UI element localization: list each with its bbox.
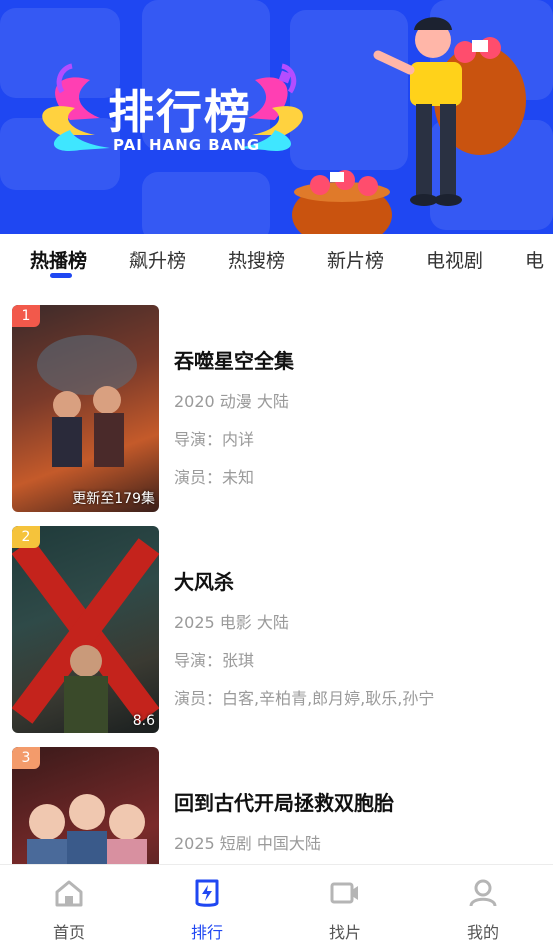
- user-icon: [469, 879, 497, 907]
- poster-art: [12, 538, 159, 733]
- tab-tv-series[interactable]: 电视剧: [426, 246, 483, 273]
- item-actors: 演员：未知: [174, 468, 255, 487]
- poster-image[interactable]: 3: [12, 747, 159, 864]
- video-camera-icon: [330, 882, 358, 904]
- ranking-icon: [195, 879, 219, 907]
- list-item[interactable]: 2 8.6 大风杀 2025 电影 大陆 导演：张琪 演员：白客,辛柏青,郎月婷…: [0, 513, 553, 733]
- item-title[interactable]: 回到古代开局拯救双胞胎: [174, 787, 394, 816]
- home-icon: [55, 880, 83, 907]
- item-info: 2025 电影 大陆: [174, 613, 289, 632]
- item-title[interactable]: 大风杀: [174, 566, 234, 595]
- episode-badge: 更新至179集: [72, 491, 155, 507]
- active-tab-indicator: [50, 273, 72, 278]
- list-item[interactable]: 1 更新至179集 吞噬星空全集 2020 动漫 大陆 导演：内详 演员：未知: [0, 292, 553, 512]
- nav-profile-label: 我的: [466, 923, 499, 942]
- score-badge: 8.6: [132, 713, 155, 729]
- rank-badge: 1: [12, 305, 40, 327]
- bottom-navigation: 首页 排行 找片 我的: [0, 864, 553, 949]
- tab-new[interactable]: 新片榜: [327, 246, 384, 273]
- item-director: 导演：张琪: [174, 651, 255, 670]
- nav-profile[interactable]: 我的: [414, 865, 552, 949]
- tab-rising[interactable]: 飙升榜: [129, 246, 186, 273]
- ranking-banner: 排行榜 PAI HANG BANG: [0, 0, 553, 234]
- item-actors: 演员：白客,辛柏青,郎月婷,耿乐,孙宁: [174, 689, 435, 708]
- item-info: 2025 短剧 中国大陆: [174, 834, 321, 853]
- tab-more[interactable]: 电: [525, 246, 544, 273]
- banner-illustration: [42, 17, 526, 234]
- nav-home[interactable]: 首页: [0, 865, 138, 949]
- nav-find-label: 找片: [328, 923, 361, 942]
- item-director: 导演：内详: [174, 430, 255, 449]
- nav-home-label: 首页: [52, 923, 85, 942]
- nav-find[interactable]: 找片: [276, 865, 414, 949]
- rank-badge: 2: [12, 526, 40, 548]
- banner-title: 排行榜: [108, 85, 252, 139]
- item-title[interactable]: 吞噬星空全集: [174, 345, 294, 374]
- rank-badge: 3: [12, 747, 40, 769]
- ranking-list: 1 更新至179集 吞噬星空全集 2020 动漫 大陆 导演：内详 演员：未知 …: [0, 292, 553, 864]
- banner-subtitle: PAI HANG BANG: [113, 136, 261, 154]
- poster-art: [37, 335, 137, 467]
- category-tabs: 热播榜 飙升榜 热搜榜 新片榜 电视剧 电: [0, 234, 553, 284]
- tab-hot-search[interactable]: 热搜榜: [228, 246, 285, 273]
- tab-hot[interactable]: 热播榜: [30, 246, 87, 273]
- nav-ranking-label: 排行: [190, 923, 223, 942]
- list-item[interactable]: 3 回到古代开局拯救双胞胎 2025 短剧 中国大陆: [0, 734, 553, 864]
- nav-ranking[interactable]: 排行: [138, 865, 276, 949]
- poster-image[interactable]: 2 8.6: [12, 526, 159, 733]
- poster-image[interactable]: 1 更新至179集: [12, 305, 159, 512]
- item-info: 2020 动漫 大陆: [174, 392, 289, 411]
